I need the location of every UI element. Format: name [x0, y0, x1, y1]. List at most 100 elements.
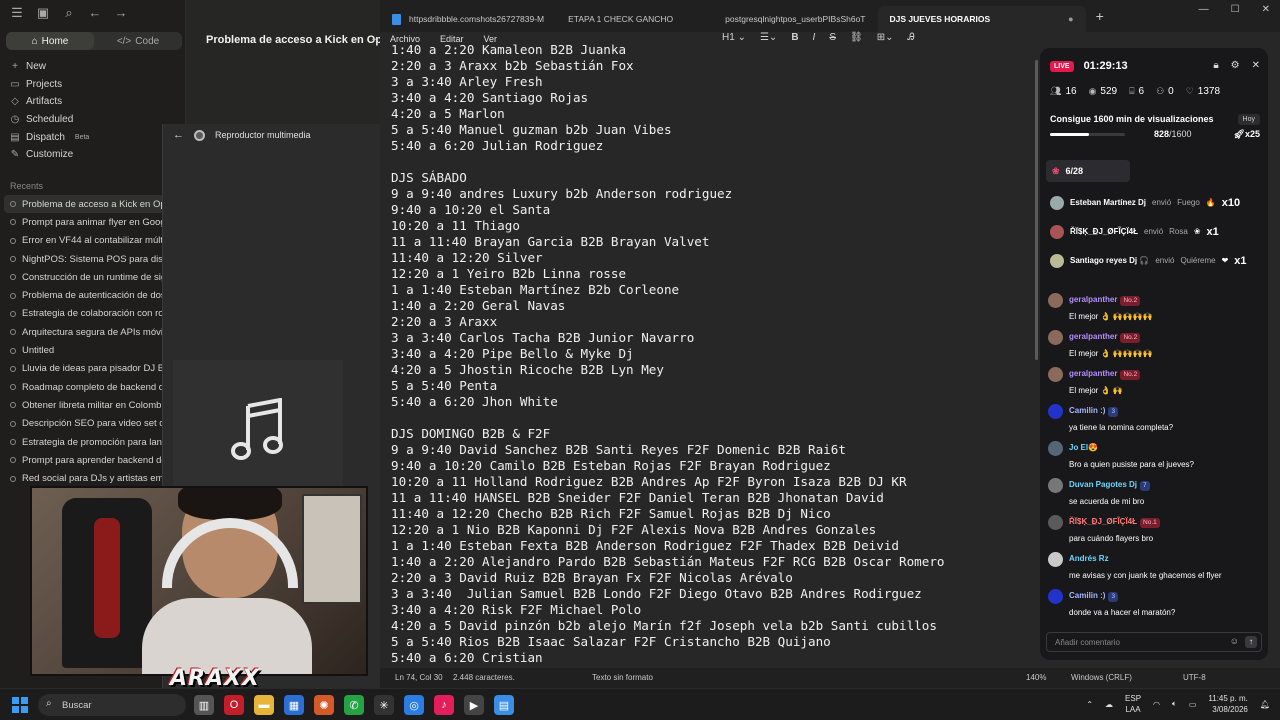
recent-chat-item[interactable]: Descripción SEO para video set d — [4, 415, 164, 433]
chrome-icon[interactable]: ◎ — [404, 695, 424, 715]
tab-3[interactable]: DJS JUEVES HORARIOS ● — [877, 6, 1086, 32]
recent-chat-item[interactable]: Estrategia de promoción para lana — [4, 433, 164, 451]
chat-username[interactable]: geralpanther — [1069, 332, 1117, 341]
recent-chat-item[interactable]: Arquitectura segura de APIs móvi — [4, 323, 164, 341]
claude-icon[interactable]: ✳ — [374, 695, 394, 715]
editor-line: 10:20 a 11 Holland Rodriguez B2B Andres … — [391, 474, 907, 489]
sidebar-item-customize[interactable]: ✎ Customize — [10, 146, 89, 164]
subs-stat: ⚇ 0 — [1156, 86, 1174, 97]
chat-username[interactable]: Duvan Pagotes Dj — [1069, 480, 1137, 489]
avatar[interactable] — [1048, 441, 1063, 456]
editor-scrollbar[interactable] — [1035, 60, 1038, 360]
emoji-icon[interactable]: ☺ — [1230, 636, 1239, 646]
chevron-down-icon[interactable]: ⌄ — [370, 33, 378, 44]
chat-username[interactable]: geralpanther — [1069, 369, 1117, 378]
tab-2[interactable]: postgresqlnightpos_userbPIBsSh6oT — [713, 6, 877, 32]
lock-icon[interactable]: 🔒︎ — [1213, 60, 1218, 71]
close-icon[interactable]: ✕ — [1262, 4, 1270, 15]
language-indicator[interactable]: ESP LAA — [1125, 693, 1141, 715]
close-icon[interactable]: ✕ — [1252, 60, 1260, 71]
wifi-icon[interactable]: ◠ — [1153, 700, 1160, 709]
chat-username[interactable]: Andrés Rz — [1069, 554, 1109, 563]
avatar[interactable] — [1048, 293, 1063, 308]
sidebar-item-artifacts[interactable]: ◇ Artifacts — [10, 93, 89, 111]
chat-message: Camilin :) 3 ya tiene la nomina completa? — [1048, 403, 1262, 436]
recent-chat-item[interactable]: Estrategia de colaboración con rol — [4, 305, 164, 323]
editor-line: 4:20 a 5 Jhostin Ricoche B2B Lyn Mey — [391, 362, 664, 377]
minimize-icon[interactable]: — — [1199, 4, 1209, 15]
recent-chat-item[interactable]: Lluvia de ideas para pisador DJ B2 — [4, 360, 164, 378]
comment-input[interactable]: Añadir comentario ☺ ↑ — [1046, 632, 1262, 652]
store-icon[interactable]: ▦ — [284, 695, 304, 715]
avatar[interactable] — [1048, 552, 1063, 567]
chat-username[interactable]: ŘÏ$Ķ_Ð̲J_ØFĨÇÏ4Ł — [1069, 517, 1137, 526]
goal-current: 828 — [1154, 129, 1170, 139]
recent-chat-item[interactable]: Construcción de un runtime de sig — [4, 268, 164, 286]
recent-chat-item[interactable]: Prompt para aprender backend de — [4, 451, 164, 469]
recent-chat-item[interactable]: Prompt para animar flyer en Goog — [4, 213, 164, 231]
file-explorer-icon[interactable]: ▬ — [254, 695, 274, 715]
media-player-icon[interactable]: ▶ — [464, 695, 484, 715]
search-label: Buscar — [62, 699, 92, 711]
chat-text: El mejor 👌 🙌 — [1069, 385, 1123, 395]
opera-icon[interactable]: O — [224, 695, 244, 715]
chat-username[interactable]: Camilin :) — [1069, 591, 1105, 600]
recent-chat-item[interactable]: Untitled — [4, 341, 164, 359]
tab-0[interactable]: httpsdribbble.comshots26727839-M — [380, 6, 556, 32]
forward-arrow-icon[interactable]: → — [114, 6, 128, 20]
close-tab-icon[interactable]: ● — [1068, 14, 1073, 24]
tab-1[interactable]: ETAPA 1 CHECK GANCHO — [556, 6, 685, 32]
recent-chat-item[interactable]: Red social para DJs y artistas eme — [4, 469, 164, 487]
recent-chat-item[interactable]: Problema de autenticación de dos — [4, 286, 164, 304]
chat-username[interactable]: geralpanther — [1069, 295, 1117, 304]
notepad-icon[interactable]: ▤ — [494, 695, 514, 715]
sidebar-item-projects[interactable]: ▭ Projects — [10, 76, 89, 94]
user-badge: No.1 — [1140, 518, 1160, 528]
send-icon[interactable]: ↑ — [1245, 636, 1257, 648]
new-tab-button[interactable]: + — [1096, 8, 1104, 24]
code-tab[interactable]: </> Code — [94, 32, 182, 50]
avatar[interactable] — [1048, 515, 1063, 530]
app-icon[interactable]: ✺ — [314, 695, 334, 715]
editor-line: 3:40 a 4:20 Risk F2F Michael Polo — [391, 602, 642, 617]
home-tab-label: Home — [41, 35, 69, 47]
users-icon: 👥︎ — [1050, 86, 1062, 96]
chat-username[interactable]: Camilin :) — [1069, 406, 1105, 415]
text-editor[interactable]: 1:40 a 2:20 Kamaleon B2B Juanka 2:20 a 3 … — [380, 42, 1040, 668]
tiktok-icon[interactable]: ♪ — [434, 695, 454, 715]
recent-chat-item[interactable]: Error en VF44 al contabilizar múlt — [4, 232, 164, 250]
windows-start-icon[interactable] — [12, 697, 28, 713]
recent-chat-item[interactable]: Roadmap completo de backend de — [4, 378, 164, 396]
recent-chat-item[interactable]: NightPOS: Sistema POS para disco — [4, 250, 164, 268]
sidebar-toggle-icon[interactable]: ▣ — [36, 6, 50, 20]
recent-chat-item[interactable]: Problema de acceso a Kick en Ope — [4, 195, 164, 214]
notifications-icon[interactable]: 🔔︎ — [1260, 700, 1270, 709]
volume-icon[interactable]: 🔈︎ — [1172, 699, 1177, 709]
sidebar-item-new[interactable]: + New — [10, 58, 89, 76]
hamburger-menu-icon[interactable]: ☰ — [10, 6, 24, 20]
home-tab[interactable]: ⌂ Home — [6, 32, 94, 50]
sidebar-item-dispatch[interactable]: ▤ Dispatch Beta — [10, 128, 89, 146]
zoom-level[interactable]: 140% — [1026, 673, 1046, 682]
search-icon[interactable]: ⌕ — [62, 6, 76, 20]
settings-icon[interactable]: ⚙ — [1231, 60, 1240, 71]
task-view-icon[interactable]: ▥ — [194, 695, 214, 715]
back-arrow-icon[interactable]: ← — [88, 6, 102, 20]
chevron-up-icon[interactable]: ⌃ — [1086, 700, 1093, 709]
avatar[interactable] — [1048, 367, 1063, 382]
chat-username[interactable]: Jo El😍 — [1069, 443, 1098, 452]
battery-icon[interactable]: ▭ — [1189, 700, 1197, 709]
clock[interactable]: 11:45 p. m. 3/08/2026 — [1208, 693, 1247, 715]
avatar[interactable] — [1048, 589, 1063, 604]
avatar[interactable] — [1048, 330, 1063, 345]
sidebar-item-scheduled[interactable]: ◷ Scheduled — [10, 111, 89, 129]
taskbar-search[interactable]: ⌕ Buscar — [38, 694, 186, 716]
maximize-icon[interactable]: ☐ — [1231, 4, 1240, 15]
avatar[interactable] — [1048, 478, 1063, 493]
avatar[interactable] — [1048, 404, 1063, 419]
chair-stripe — [94, 518, 120, 638]
back-arrow-icon[interactable]: ← — [173, 129, 184, 141]
recent-chat-item[interactable]: Obtener libreta militar en Colomb — [4, 396, 164, 414]
cloud-icon[interactable]: ☁ — [1105, 700, 1113, 709]
whatsapp-icon[interactable]: ✆ — [344, 695, 364, 715]
